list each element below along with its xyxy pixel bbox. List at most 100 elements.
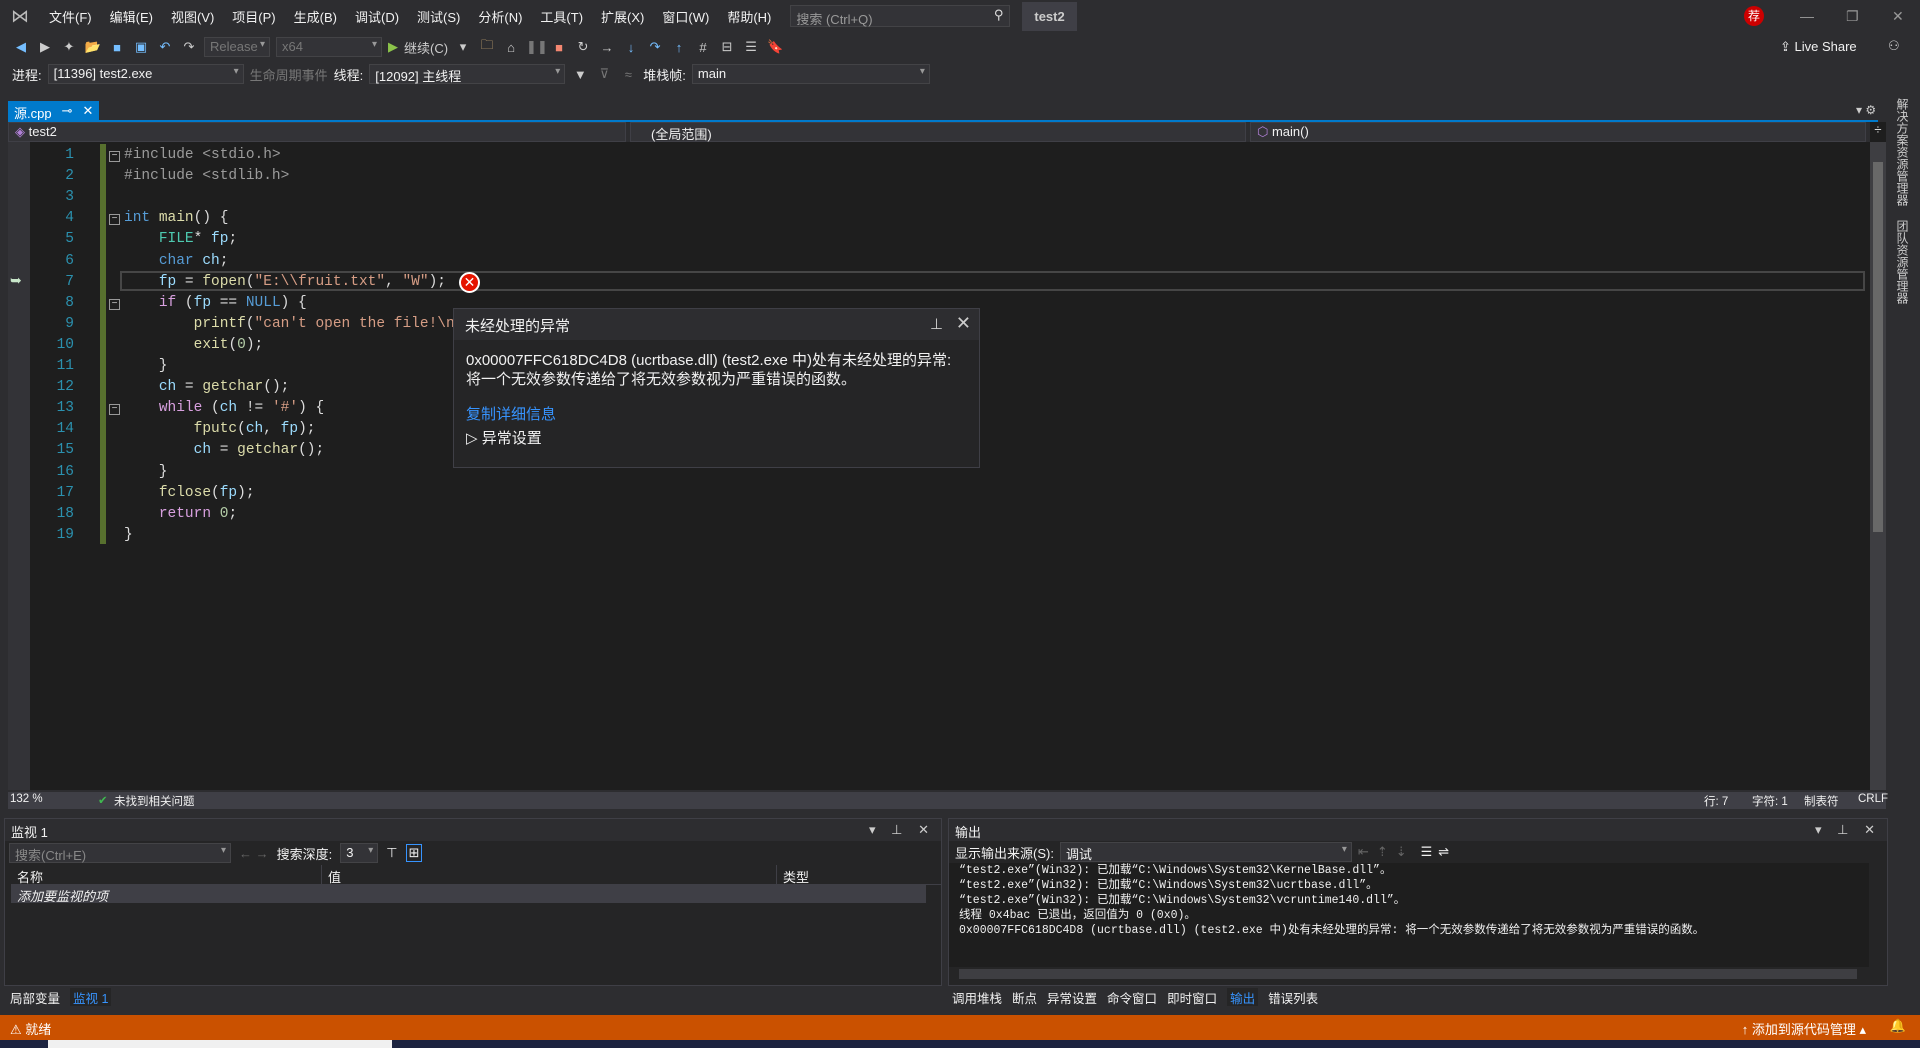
platform-select[interactable]: x64 [276, 37, 382, 57]
panel-controls[interactable]: ▾ ⊥ ✕ [1815, 822, 1881, 838]
code-line[interactable]: fp = fopen("E:\\fruit.txt", "W"); [124, 274, 446, 290]
editor-vertical-scrollbar[interactable] [1870, 142, 1886, 790]
fold-toggle-icon[interactable]: − [109, 298, 120, 310]
menu-item[interactable]: 项目(P) [223, 7, 284, 26]
menu-item[interactable]: 工具(T) [531, 7, 592, 26]
tab-watch1[interactable]: 监视 1 [70, 988, 112, 1006]
feedback-icon[interactable]: ⚇ [1888, 38, 1900, 54]
recommend-badge[interactable]: 荐 [1744, 6, 1764, 26]
output-panel-tab[interactable]: 错误列表 [1268, 988, 1318, 1006]
step-over-icon[interactable]: ↷ [646, 39, 664, 55]
solution-explorer-tab[interactable]: 解决方案资源管理器 [1894, 98, 1911, 206]
breakpoint-icon[interactable]: ⊟ [718, 39, 736, 55]
col-value[interactable]: 值 [321, 865, 776, 885]
close-tab-icon[interactable]: ✕ [82, 103, 93, 119]
tab-source-cpp[interactable]: 源.cpp ⊸ ✕ [8, 101, 100, 121]
redo-icon[interactable]: ↷ [180, 39, 198, 55]
output-panel-tab[interactable]: 输出 [1227, 988, 1259, 1006]
hex-display-icon[interactable]: ⊞ [405, 844, 423, 862]
code-line[interactable]: #include <stdio.h> [124, 147, 281, 163]
undo-icon[interactable]: ↶ [156, 39, 174, 55]
pin-popup-icon[interactable]: ⊥ [930, 315, 943, 333]
close-popup-icon[interactable]: ✕ [956, 313, 971, 334]
code-line[interactable]: if (fp == NULL) { [124, 295, 307, 311]
code-line[interactable]: } [124, 464, 168, 480]
output-nav-icons[interactable]: ⇤⇡⇣ [1358, 844, 1415, 860]
menu-item[interactable]: 测试(S) [408, 7, 469, 26]
pin-icon[interactable]: ⊸ [62, 103, 73, 119]
output-panel-tab[interactable]: 即时窗口 [1167, 988, 1217, 1006]
source-control-button[interactable]: ↑ 添加到源代码管理 ▴ [1742, 1019, 1866, 1038]
copy-details-link[interactable]: 复制详细信息 [466, 405, 967, 424]
watch-search-input[interactable]: 搜索(Ctrl+E) [9, 843, 231, 863]
step-out-icon[interactable]: ↑ [670, 40, 688, 55]
menu-item[interactable]: 帮助(H) [718, 7, 780, 26]
stop-icon[interactable]: ■ [550, 40, 568, 55]
menu-item[interactable]: 扩展(X) [592, 7, 653, 26]
output-panel-tab[interactable]: 调用堆栈 [952, 988, 1002, 1006]
menu-item[interactable]: 视图(V) [162, 7, 223, 26]
col-name[interactable]: 名称 [11, 865, 321, 885]
stack-frame-select[interactable]: main [691, 64, 930, 84]
code-line[interactable]: return 0; [124, 506, 237, 522]
exception-settings-expander[interactable]: ▷ 异常设置 [466, 429, 967, 448]
output-panel-tab[interactable]: 异常设置 [1047, 988, 1097, 1006]
code-line[interactable]: fclose(fp); [124, 485, 255, 501]
pin-filter-icon[interactable]: ⊤ [386, 845, 397, 861]
panel-controls[interactable]: ▾ ⊥ ✕ [869, 822, 935, 838]
find-file-icon[interactable]: 🗀 [478, 36, 496, 58]
pause-icon[interactable]: ❚❚ [526, 39, 548, 55]
output-panel-tab[interactable]: 命令窗口 [1107, 988, 1157, 1006]
word-wrap-icon[interactable]: ⇌ [1438, 844, 1449, 860]
menu-item[interactable]: 编辑(E) [101, 7, 162, 26]
code-line[interactable]: printf("can't open the file!\n"); [124, 316, 481, 332]
code-line[interactable]: ch = getchar(); [124, 442, 325, 458]
forward-icon[interactable]: ▶ [36, 39, 54, 55]
notification-icon[interactable]: 🔔 [1890, 1018, 1906, 1034]
restart-icon[interactable]: ↻ [574, 39, 592, 55]
add-watch-row[interactable]: 添加要监视的项 [11, 885, 926, 904]
scroll-thumb[interactable] [1873, 162, 1883, 532]
code-line[interactable]: FILE* fp; [124, 231, 237, 247]
project-nav-select[interactable]: ◈ test2 [8, 122, 626, 142]
screenshot-icon[interactable]: ⌂ [502, 40, 520, 55]
lifecycle-events-button[interactable]: 生命周期事件 [250, 65, 328, 84]
menu-item[interactable]: 分析(N) [469, 7, 531, 26]
code-line[interactable]: } [124, 358, 168, 374]
new-project-icon[interactable]: ✦ [60, 39, 78, 55]
save-icon[interactable]: ■ [108, 40, 126, 55]
team-explorer-tab[interactable]: 团队资源管理器 [1894, 220, 1911, 304]
nav-arrows-icon[interactable]: ← → [239, 846, 269, 861]
config-select[interactable]: Release [204, 37, 270, 57]
flag-icon[interactable]: ≈ [619, 67, 637, 82]
save-all-icon[interactable]: ▣ [132, 39, 150, 55]
output-source-select[interactable]: 调试 [1059, 842, 1352, 862]
code-line[interactable]: exit(0); [124, 337, 264, 353]
output-panel-tab[interactable]: 断点 [1012, 988, 1037, 1006]
output-text[interactable]: “test2.exe”(Win32): 已加载“C:\Windows\Syste… [949, 863, 1869, 967]
code-line[interactable]: ch = getchar(); [124, 379, 290, 395]
search-depth-select[interactable]: 3 [340, 843, 379, 863]
exception-error-icon[interactable]: ✕ [459, 272, 480, 293]
clear-all-icon[interactable]: ☰ [1421, 844, 1433, 860]
col-type[interactable]: 类型 [776, 865, 926, 885]
issues-status[interactable]: 未找到相关问题 [114, 793, 195, 809]
fold-toggle-icon[interactable]: − [109, 151, 120, 162]
hex-icon[interactable]: # [694, 40, 712, 55]
back-icon[interactable]: ◀ [12, 39, 30, 55]
output-horizontal-scrollbar[interactable] [959, 969, 1857, 979]
menu-item[interactable]: 文件(F) [40, 7, 101, 26]
close-window-button[interactable]: ✕ [1892, 8, 1904, 25]
filter-clear-icon[interactable]: ⊽ [595, 66, 613, 82]
code-line[interactable]: } [124, 527, 133, 543]
scope-nav-select[interactable]: (全局范围) [630, 122, 1246, 142]
fold-toggle-icon[interactable]: − [109, 214, 120, 226]
code-line[interactable]: #include <stdlib.h> [124, 168, 289, 184]
continue-button[interactable]: 继续(C) [404, 38, 448, 57]
menu-item[interactable]: 窗口(W) [653, 7, 718, 26]
thread-select[interactable]: [12092] 主线程 [369, 64, 566, 84]
step-into-icon[interactable]: ↓ [622, 40, 640, 55]
show-next-statement-icon[interactable]: → [598, 40, 616, 55]
process-select[interactable]: [11396] test2.exe [47, 64, 244, 84]
comment-icon[interactable]: ☰ [742, 39, 760, 55]
